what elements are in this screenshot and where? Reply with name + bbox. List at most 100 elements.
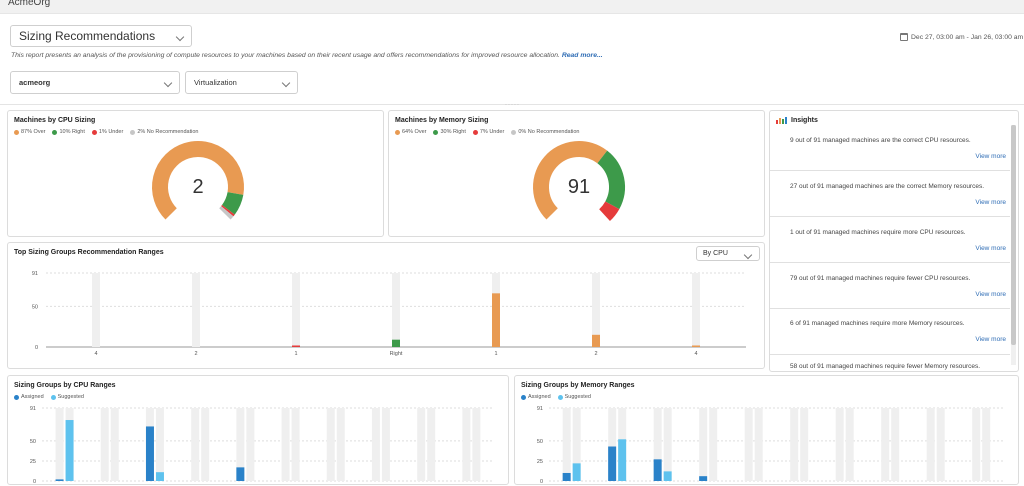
- insight-text: 79 out of 91 managed machines require fe…: [790, 275, 971, 282]
- drag-handle-icon[interactable]: ·····: [505, 102, 520, 108]
- legend-item-under[interactable]: 1% Under: [91, 129, 123, 135]
- legend-item-assigned[interactable]: Assigned: [521, 394, 551, 400]
- chevron-down-icon: [743, 250, 753, 260]
- top-sizing-groups-title: Top Sizing Groups Recommendation Ranges: [14, 249, 164, 256]
- bar-background: [417, 408, 426, 481]
- date-range[interactable]: Dec 27, 03:00 am - Jan 26, 03:00 am: [900, 33, 1023, 41]
- bar-background: [754, 408, 763, 481]
- view-more-link[interactable]: View more: [975, 245, 1006, 252]
- bar-background: [291, 408, 300, 481]
- under-segment: [598, 201, 620, 222]
- assigned-bar: [699, 476, 708, 481]
- insight-text: 58 out of 91 managed machines require fe…: [790, 363, 981, 370]
- bar-background: [55, 408, 64, 481]
- insight-text: 27 out of 91 managed machines are the co…: [790, 183, 985, 190]
- legend-label: 7% Under: [479, 129, 505, 135]
- memory-ranges-legend: Assigned Suggested: [521, 394, 591, 400]
- legend-item-suggested[interactable]: Suggested: [557, 394, 591, 400]
- bar-background: [281, 408, 290, 481]
- bar-background: [371, 408, 380, 481]
- no-recommendation-segment: [219, 206, 234, 220]
- x-tick-label: 4: [694, 351, 697, 357]
- insights-title: Insights: [791, 117, 818, 124]
- divider: ·····: [0, 102, 1024, 108]
- legend-item-assigned[interactable]: Assigned: [14, 394, 44, 400]
- legend-item-suggested[interactable]: Suggested: [50, 394, 84, 400]
- y-tick-label: 25: [30, 459, 36, 465]
- read-more-link[interactable]: Read more...: [562, 52, 603, 59]
- assigned-dot-icon: [521, 394, 526, 400]
- assigned-bar: [236, 467, 245, 481]
- legend-item-right[interactable]: 30% Right: [433, 129, 466, 135]
- bar-background: [472, 408, 481, 481]
- none-dot-icon: [511, 129, 517, 135]
- description-text: This report presents an analysis of the …: [11, 52, 560, 59]
- bar-background: [881, 408, 890, 481]
- insight-item: 58 out of 91 managed machines require fe…: [770, 355, 1010, 371]
- bar: [492, 293, 500, 347]
- bar-background: [462, 408, 471, 481]
- bar-background: [982, 408, 991, 481]
- bar-background: [936, 408, 945, 481]
- report-selector[interactable]: Sizing Recommendations: [10, 25, 192, 47]
- date-range-text: Dec 27, 03:00 am - Jan 26, 03:00 am: [911, 33, 1024, 41]
- bar-background: [790, 408, 799, 481]
- view-more-link[interactable]: View more: [975, 336, 1006, 343]
- bar-background: [326, 408, 335, 481]
- legend-label: Suggested: [57, 394, 84, 400]
- x-tick-label: 2: [194, 351, 197, 357]
- bar-background: [845, 408, 854, 481]
- bar-background: [744, 408, 753, 481]
- insights-header: Insights: [776, 117, 818, 124]
- none-dot-icon: [130, 129, 136, 135]
- bar-background: [692, 273, 700, 347]
- assigned-bar: [145, 426, 154, 481]
- y-tick-label: 0: [35, 345, 38, 351]
- under-segment: [221, 204, 235, 217]
- under-dot-icon: [472, 129, 478, 135]
- y-tick-label: 91: [32, 271, 38, 277]
- suggested-dot-icon: [50, 394, 56, 400]
- group-by-selector[interactable]: By CPU: [696, 246, 760, 261]
- view-more-link[interactable]: View more: [975, 153, 1006, 160]
- suggested-bar: [572, 463, 581, 481]
- bar-background: [926, 408, 935, 481]
- right-segment: [221, 191, 244, 215]
- type-filter-value: Virtualization: [194, 78, 237, 87]
- x-tick-label: 1: [294, 351, 297, 357]
- view-more-link[interactable]: View more: [975, 199, 1006, 206]
- x-tick-label: 2: [594, 351, 597, 357]
- y-tick-label: 50: [537, 439, 543, 445]
- bar: [592, 334, 600, 347]
- bar-background: [427, 408, 436, 481]
- calendar-icon: [900, 33, 908, 41]
- bar-background: [292, 273, 300, 347]
- over-dot-icon: [14, 129, 19, 135]
- bar-background: [100, 408, 109, 481]
- legend-item-under[interactable]: 7% Under: [472, 129, 505, 135]
- right-dot-icon: [433, 129, 439, 135]
- legend-item-right[interactable]: 10% Right: [52, 129, 85, 135]
- bar-background: [891, 408, 900, 481]
- bar: [292, 345, 300, 347]
- insight-text: 9 out of 91 managed machines are the cor…: [790, 137, 971, 144]
- type-filter[interactable]: Virtualization: [185, 71, 298, 94]
- legend-item-over[interactable]: 64% Over: [395, 129, 426, 135]
- suggested-bar: [663, 471, 672, 481]
- report-description: This report presents an analysis of the …: [11, 52, 603, 59]
- x-tick-label: Right: [390, 351, 403, 357]
- legend-item-over[interactable]: 87% Over: [14, 129, 45, 135]
- insights-card: Insights 9 out of 91 managed machines ar…: [769, 110, 1019, 372]
- memory-ranges-card: Sizing Groups by Memory Ranges Assigned …: [514, 375, 1019, 485]
- scrollbar-thumb[interactable]: [1011, 125, 1016, 345]
- memory-center-value: 91: [567, 176, 591, 198]
- y-tick-label: 0: [540, 479, 543, 485]
- bar-background: [972, 408, 981, 481]
- insight-item: 6 of 91 managed machines require more Me…: [770, 309, 1010, 355]
- bar-background: [699, 408, 708, 481]
- y-tick-label: 91: [537, 406, 543, 412]
- insight-text: 1 out of 91 managed machines require mor…: [790, 229, 966, 236]
- top-sizing-groups-chart: 91 50 0 4 2 1 Right 1 2 4: [32, 271, 746, 357]
- view-more-link[interactable]: View more: [975, 291, 1006, 298]
- org-filter[interactable]: acmeorg: [10, 71, 180, 94]
